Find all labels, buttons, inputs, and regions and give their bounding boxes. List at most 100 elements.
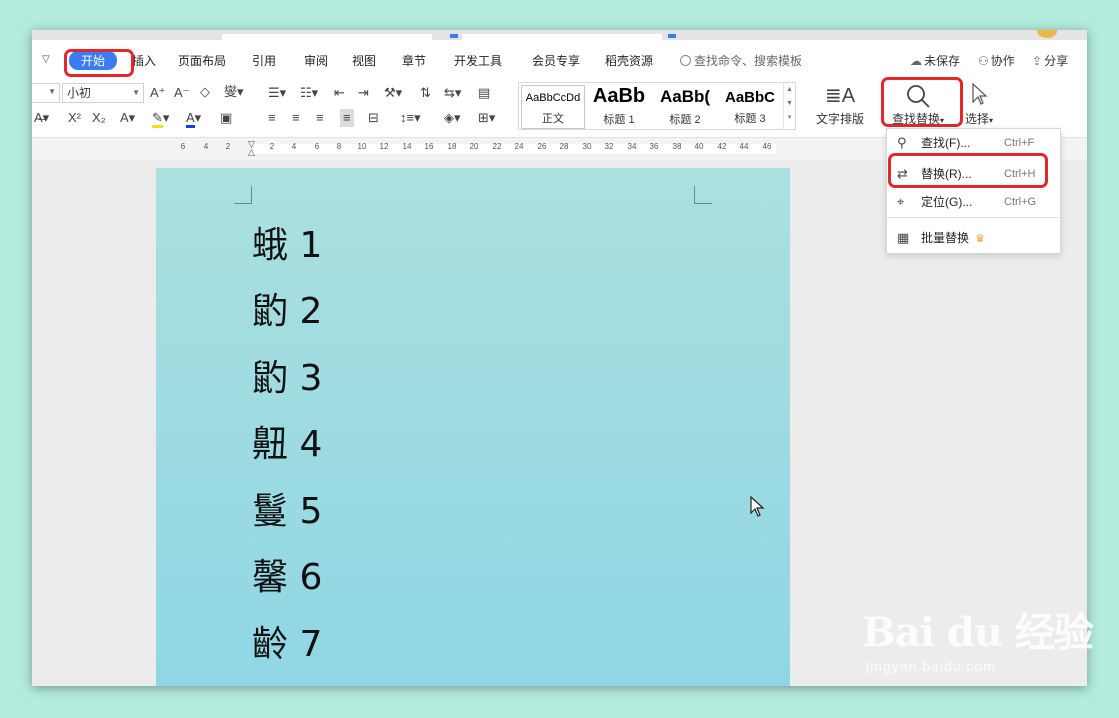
- document-line[interactable]: 鬘 5: [252, 482, 322, 534]
- menu-tab-developer[interactable]: 开发工具: [454, 52, 502, 69]
- ruler-number: 16: [424, 142, 434, 151]
- menu-tab-member[interactable]: 会员专享: [532, 52, 580, 69]
- menu-item-batch-replace[interactable]: ▦ 批量替换 ♛: [887, 226, 1060, 250]
- ruler-number: 22: [492, 142, 502, 151]
- ruler-number: 32: [604, 142, 614, 151]
- bullet-list-icon[interactable]: ☰▾: [268, 84, 286, 102]
- baidu-jingyan-watermark: Bai du 经验 jingyan.baidu.com: [862, 600, 1094, 674]
- ruler-number: 30: [582, 142, 592, 151]
- style-heading-2[interactable]: AaBb( 标题 2: [653, 85, 717, 129]
- select-label: 选择▾: [958, 110, 1000, 127]
- document-line[interactable]: 蛾 1: [252, 216, 322, 268]
- search-placeholder: 查找命令、搜索模板: [694, 54, 803, 68]
- style-heading-3[interactable]: AaBbC 标题 3: [719, 85, 781, 129]
- chinese-layout-icon[interactable]: ⚒▾: [384, 84, 402, 102]
- watermark-logo: Bai du 经验: [862, 600, 1094, 658]
- collaborate-button[interactable]: ⚇ 协作: [978, 52, 1015, 69]
- document-line[interactable]: 䶂 3: [252, 349, 322, 401]
- share-button[interactable]: ⇪ 分享: [1032, 52, 1068, 69]
- table-tabs-icon[interactable]: ▤: [478, 84, 490, 102]
- decrease-indent-icon[interactable]: ⇤: [334, 84, 345, 102]
- clear-format-icon[interactable]: ◇: [200, 83, 210, 101]
- menu-tab-reference[interactable]: 引用: [252, 52, 276, 69]
- ruler-number: 6: [314, 142, 320, 151]
- ruler-number: 4: [291, 142, 297, 151]
- title-bar: [32, 30, 1087, 40]
- subscript-icon[interactable]: X₂: [92, 109, 106, 127]
- distributed-icon[interactable]: ⊟: [368, 109, 379, 127]
- dropdown-arrow-icon: ▾: [989, 116, 994, 125]
- text-layout-label: 文字排版: [815, 112, 864, 126]
- style-name: 正文: [542, 113, 564, 125]
- document-line[interactable]: 䶊 4: [252, 415, 322, 467]
- char-border-icon[interactable]: ▣: [220, 109, 232, 127]
- watermark-logo-text: Bai du 经验: [862, 609, 1094, 656]
- style-name: 标题 2: [669, 114, 701, 126]
- menu-tab-docer[interactable]: 稻壳资源: [605, 52, 653, 69]
- style-sample: AaBb(: [659, 87, 711, 106]
- cursor-arrow-icon: [958, 82, 1000, 110]
- align-center-icon[interactable]: ≡: [292, 109, 300, 127]
- shading-icon[interactable]: ◈▾: [444, 109, 461, 127]
- select-button[interactable]: 选择▾: [958, 82, 1000, 127]
- borders-icon[interactable]: ⊞▾: [478, 109, 495, 127]
- document-line[interactable]: 䶂 2: [252, 282, 322, 334]
- ruler-number: 36: [649, 142, 659, 151]
- menu-tab-review[interactable]: 审阅: [304, 52, 328, 69]
- style-normal[interactable]: AaBbCcDd 正文: [521, 85, 585, 129]
- watermark-url: jingyan.baidu.com: [866, 658, 996, 674]
- menu-tab-layout[interactable]: 页面布局: [178, 52, 226, 69]
- menu-divider: [887, 217, 1060, 218]
- ruler-number: 12: [379, 142, 389, 151]
- avatar[interactable]: [1037, 30, 1057, 38]
- text-effect-icon[interactable]: A▾: [120, 109, 135, 127]
- style-sample: AaBb: [592, 85, 646, 107]
- ruler-number: 24: [514, 142, 524, 151]
- menu-item-find[interactable]: ⚲ 查找(F)... Ctrl+F: [887, 131, 1060, 155]
- indent-marker-icon[interactable]: ▽ △: [248, 140, 255, 157]
- margin-corner-mark: [234, 186, 252, 204]
- ruler-number: 6: [180, 142, 186, 151]
- style-heading-1[interactable]: AaBb 标题 1: [587, 85, 651, 129]
- justify-icon[interactable]: ≡: [340, 109, 354, 127]
- menu-tab-view[interactable]: 视图: [352, 52, 376, 69]
- menu-item-shortcut: Ctrl+F: [1004, 137, 1035, 149]
- command-search[interactable]: 查找命令、搜索模板: [680, 52, 802, 69]
- user-icon: ⚇: [978, 54, 989, 68]
- font-name-dropdown[interactable]: ▼: [32, 83, 60, 103]
- unsaved-status[interactable]: ☁ 未保存: [910, 52, 960, 69]
- document-line[interactable]: 馨 6: [252, 548, 322, 600]
- increase-indent-icon[interactable]: ⇥: [358, 84, 369, 102]
- line-spacing-icon[interactable]: ↕≡▾: [400, 109, 421, 127]
- margin-corner-mark: [694, 186, 712, 204]
- font-size-dropdown[interactable]: 小初 ▼: [62, 83, 144, 103]
- dropdown-arrow-icon: ▼: [132, 88, 140, 97]
- align-right-icon[interactable]: ≡: [316, 109, 324, 127]
- gallery-scrollbar[interactable]: ▲ ▼ ▾: [783, 83, 795, 129]
- grow-font-icon[interactable]: A⁺: [150, 84, 166, 102]
- document-line[interactable]: 齡 7: [252, 615, 322, 667]
- font-color-icon[interactable]: A▾: [186, 109, 201, 128]
- strikethrough-icon[interactable]: A̶▾: [34, 109, 49, 127]
- menu-tab-section[interactable]: 章节: [402, 52, 426, 69]
- text-layout-button[interactable]: ≣A 文字排版: [812, 82, 868, 127]
- ruler-number: 26: [537, 142, 547, 151]
- phonetic-icon[interactable]: 燮▾: [224, 83, 244, 101]
- sort-icon[interactable]: ⇅: [420, 84, 431, 102]
- highlight-color-icon[interactable]: ✎▾: [152, 109, 169, 128]
- numbered-list-icon[interactable]: ☷▾: [300, 84, 318, 102]
- menu-tab-insert[interactable]: 插入: [132, 52, 156, 69]
- style-sample: AaBbC: [724, 89, 775, 106]
- shrink-font-icon[interactable]: A⁻: [174, 84, 190, 102]
- menu-item-label: 批量替换 ♛: [921, 226, 985, 251]
- menu-item-goto[interactable]: ⌖ 定位(G)... Ctrl+G: [887, 190, 1060, 214]
- superscript-icon[interactable]: X²: [68, 109, 81, 127]
- ruler-number: 14: [402, 142, 412, 151]
- collapse-arrow-icon[interactable]: ▽: [42, 54, 50, 65]
- document-page[interactable]: 蛾 1 䶂 2 䶂 3 䶊 4 鬘 5 馨 6 齡 7: [156, 168, 790, 686]
- wps-window: ▽ 开始 插入 页面布局 引用 审阅 视图 章节 开发工具 会员专享 稻壳资源 …: [32, 30, 1087, 686]
- ruler-number: 18: [447, 142, 457, 151]
- align-left-icon[interactable]: ≡: [268, 109, 276, 127]
- text-direction-icon[interactable]: ⇆▾: [444, 84, 461, 102]
- tab-icon: [450, 34, 458, 38]
